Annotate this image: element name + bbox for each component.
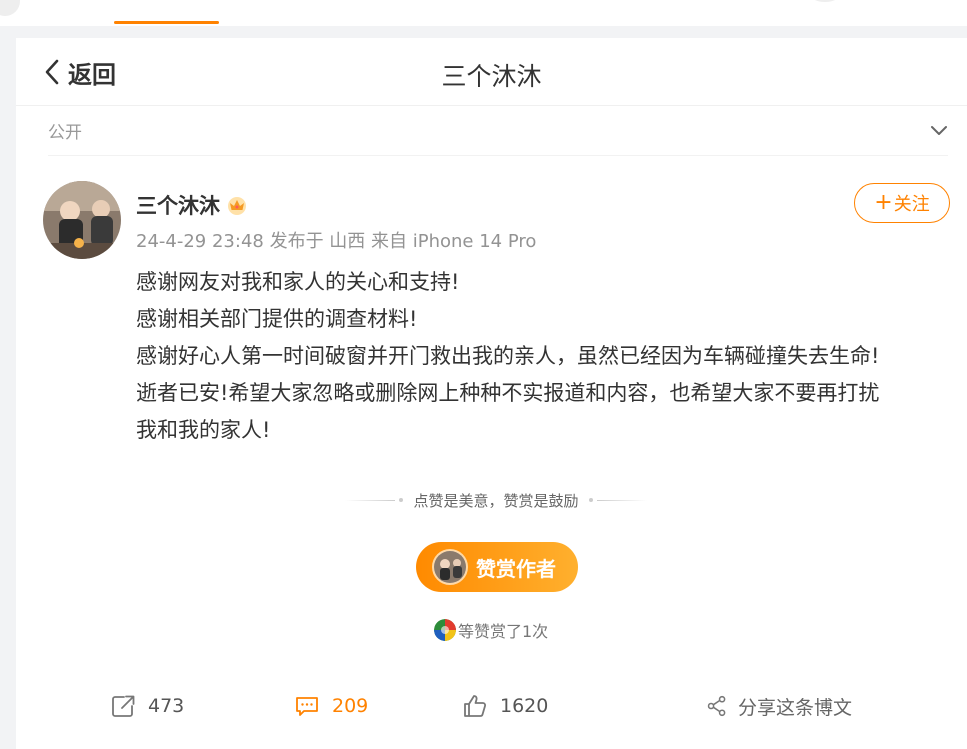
active-tab-indicator <box>114 21 219 24</box>
author-name-row: 三个沐沐 <box>136 190 248 220</box>
comment-count: 209 <box>332 695 369 717</box>
share-button[interactable]: 分享这条博文 <box>706 686 852 726</box>
reward-author-button[interactable]: 赞赏作者 <box>416 542 578 592</box>
post-paragraph: 感谢相关部门提供的调查材料! <box>136 307 418 331</box>
divider-dot <box>399 498 404 502</box>
reward-avatar <box>432 549 468 585</box>
follow-button[interactable]: + 关注 <box>854 183 950 223</box>
reward-summary-text: 等赞赏了1次 <box>458 622 549 641</box>
divider <box>345 499 396 501</box>
post-paragraph: 我和我的家人! <box>136 418 271 442</box>
top-nav-bar <box>0 0 967 26</box>
thumbs-up-icon <box>464 695 487 717</box>
crown-icon <box>228 197 246 215</box>
post-paragraph: 感谢好心人第一时间破窗并开门救出我的亲人，虽然已经因为车辆碰撞失去生命! <box>136 344 880 368</box>
reward-button-label: 赞赏作者 <box>476 556 556 581</box>
nav-search-edge[interactable] <box>808 0 842 2</box>
author-name[interactable]: 三个沐沐 <box>136 190 220 220</box>
reward-tagline: 点赞是美意，赞赏是鼓励 <box>326 489 666 511</box>
post-paragraph: 逝者已安!希望大家忽略或删除网上种种不实报道和内容，也希望大家不要再打扰 <box>136 381 880 405</box>
like-button[interactable]: 1620 <box>462 686 548 726</box>
avatar-photo <box>43 181 121 259</box>
chevron-down-icon <box>931 125 947 135</box>
post-header: 返回 三个沐沐 <box>16 38 967 106</box>
share-label: 分享这条博文 <box>738 696 853 719</box>
post-content: 感谢网友对我和家人的关心和支持! 感谢相关部门提供的调查材料! 感谢好心人第一时… <box>136 264 936 449</box>
post-meta: 24-4-29 23:48 发布于 山西 来自 iPhone 14 Pro <box>136 231 537 252</box>
visibility-selector[interactable]: 公开 <box>48 106 948 156</box>
plus-icon: + <box>874 190 893 215</box>
forward-icon <box>112 695 135 717</box>
divider-dot <box>588 498 593 502</box>
share-icon <box>707 695 726 717</box>
page-title: 三个沐沐 <box>441 62 542 91</box>
post-paragraph: 感谢网友对我和家人的关心和支持! <box>136 270 460 294</box>
forward-count: 473 <box>148 695 185 717</box>
nav-avatar-edge[interactable] <box>0 0 20 16</box>
visibility-label: 公开 <box>48 123 82 143</box>
like-count: 1620 <box>500 695 549 717</box>
reward-summary[interactable]: 等赞赏了1次 <box>434 618 548 642</box>
forward-button[interactable]: 473 <box>110 686 184 726</box>
author-avatar[interactable] <box>43 181 121 259</box>
comment-button[interactable]: 209 <box>294 686 368 726</box>
follow-label: 关注 <box>893 194 930 215</box>
reward-tagline-text: 点赞是美意，赞赏是鼓励 <box>413 491 579 510</box>
post-card: 返回 三个沐沐 公开 三个沐沐 24-4-29 23:48 发布于 山西 来自 … <box>16 38 967 749</box>
comment-icon <box>296 697 318 716</box>
post-action-bar: 473 209 1620 分享这条博文 <box>16 686 967 726</box>
divider <box>596 499 647 501</box>
rewarder-avatar <box>434 619 456 641</box>
